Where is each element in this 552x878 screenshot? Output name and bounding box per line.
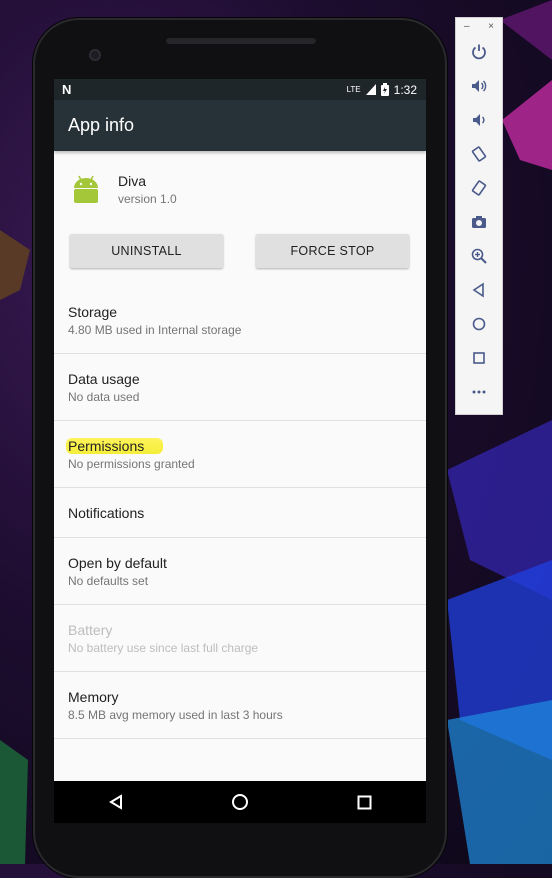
volume-down-icon — [473, 114, 485, 126]
rotate-right-button[interactable] — [456, 171, 502, 205]
item-subtitle: 8.5 MB avg memory used in last 3 hours — [68, 707, 283, 722]
app-header: Diva version 1.0 — [54, 151, 426, 227]
item-subtitle: No battery use since last full charge — [68, 640, 259, 655]
camera-icon — [472, 216, 486, 228]
back-button[interactable] — [456, 273, 502, 307]
navigation-bar — [54, 781, 426, 823]
power-button[interactable] — [456, 35, 502, 69]
nav-back-icon[interactable] — [108, 794, 124, 810]
settings-list: Storage 4.80 MB used in Internal storage… — [54, 287, 426, 739]
rotate-right-icon — [471, 180, 487, 196]
rotate-left-button[interactable] — [456, 137, 502, 171]
item-title: Data usage — [68, 370, 140, 387]
item-title: Notifications — [68, 504, 145, 521]
force-stop-button[interactable]: FORCE STOP — [256, 234, 409, 268]
storage-item[interactable]: Storage 4.80 MB used in Internal storage — [54, 287, 426, 354]
lte-signal-icon: LTE — [346, 85, 361, 94]
item-subtitle: No defaults set — [68, 573, 149, 588]
zoom-icon — [471, 248, 487, 264]
clock: 1:32 — [393, 82, 417, 97]
app-version: version 1.0 — [118, 191, 177, 206]
rotate-left-icon — [471, 146, 487, 162]
battery-icon — [380, 83, 389, 96]
screenshot-button[interactable] — [456, 205, 502, 239]
device-screen: N LTE 1:32 App info Diva version 1.0 UNI… — [54, 79, 426, 781]
volume-up-icon — [472, 80, 487, 92]
front-camera — [89, 49, 101, 61]
item-title: Storage — [68, 303, 118, 320]
overview-button[interactable] — [456, 341, 502, 375]
memory-item[interactable]: Memory 8.5 MB avg memory used in last 3 … — [54, 672, 426, 739]
item-title: Open by default — [68, 554, 167, 571]
status-bar: N LTE 1:32 — [54, 79, 426, 100]
signal-icon — [365, 84, 376, 95]
home-icon — [472, 317, 486, 331]
open-by-default-item[interactable]: Open by default No defaults set — [54, 538, 426, 605]
notifications-item[interactable]: Notifications — [54, 488, 426, 538]
emulator-toolbar: – × — [455, 17, 503, 415]
item-subtitle: No data used — [68, 389, 140, 404]
item-subtitle: 4.80 MB used in Internal storage — [68, 322, 242, 337]
volume-down-button[interactable] — [456, 103, 502, 137]
power-icon — [472, 44, 486, 60]
data-usage-item[interactable]: Data usage No data used — [54, 354, 426, 421]
page-title: App info — [68, 115, 135, 135]
more-button[interactable] — [456, 375, 502, 409]
close-button[interactable]: × — [488, 21, 494, 35]
nav-overview-icon[interactable] — [357, 795, 372, 810]
battery-item: Battery No battery use since last full c… — [54, 605, 426, 672]
more-icon — [472, 390, 486, 394]
permissions-title-highlighted: Permissions — [66, 437, 164, 454]
notification-n-icon: N — [62, 82, 72, 97]
item-title: Memory — [68, 688, 119, 705]
uninstall-button[interactable]: UNINSTALL — [70, 234, 223, 268]
app-name: Diva — [118, 172, 147, 189]
zoom-button[interactable] — [456, 239, 502, 273]
home-button[interactable] — [456, 307, 502, 341]
overview-icon — [473, 352, 485, 364]
phone-speaker — [166, 38, 316, 44]
item-subtitle: No permissions granted — [68, 456, 195, 471]
permissions-item[interactable]: Permissions No permissions granted — [54, 421, 426, 488]
android-app-icon — [74, 175, 98, 203]
nav-home-icon[interactable] — [231, 793, 249, 811]
action-buttons: UNINSTALL FORCE STOP — [54, 227, 426, 278]
app-bar: App info — [54, 100, 426, 151]
minimize-button[interactable]: – — [464, 21, 470, 35]
item-title: Battery — [68, 621, 113, 638]
back-icon — [472, 282, 484, 298]
volume-up-button[interactable] — [456, 69, 502, 103]
